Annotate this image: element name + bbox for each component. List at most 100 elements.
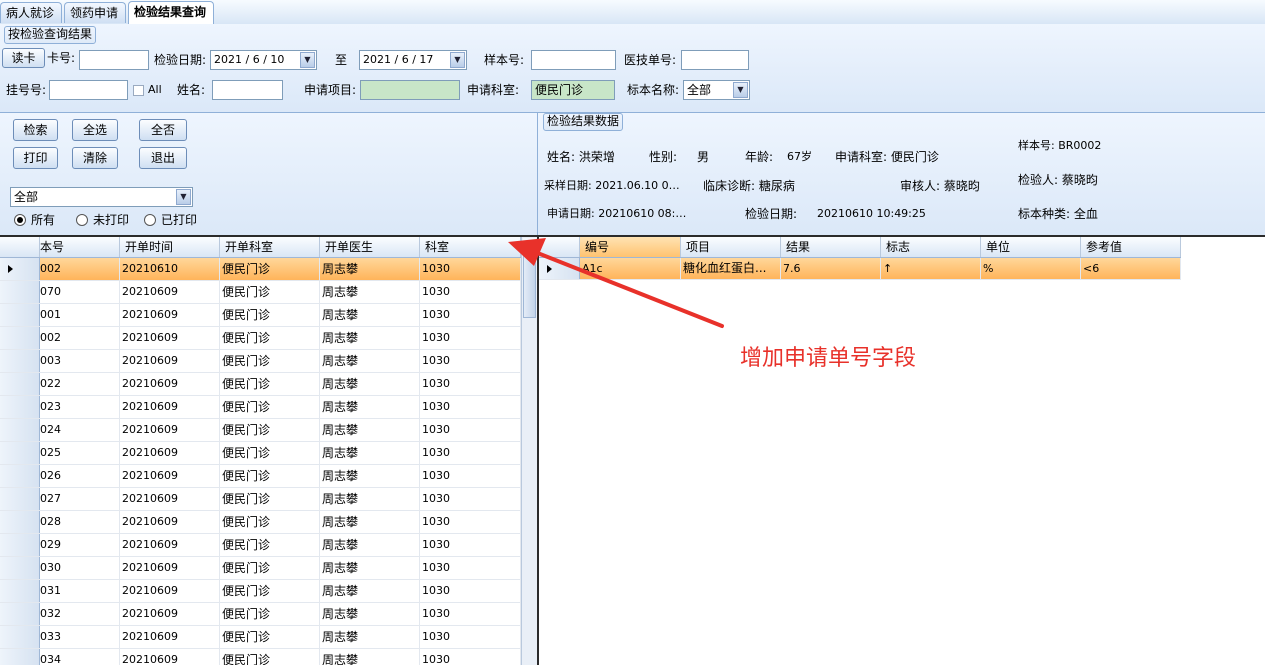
col-header-no[interactable]: 本号 xyxy=(40,237,120,257)
name-input[interactable] xyxy=(212,80,283,100)
tech-no-label: 医技单号: xyxy=(624,53,677,67)
row-header[interactable] xyxy=(0,465,40,487)
table-row[interactable]: 002 20210609 便民门诊 周志攀 1030 xyxy=(0,327,521,350)
filter-select[interactable]: 全部 ▼ xyxy=(10,187,193,207)
select-all-button[interactable]: 全选 xyxy=(72,119,118,141)
table-cell: 便民门诊 xyxy=(220,649,320,665)
col-header-ref-range[interactable]: 参考值 xyxy=(1081,237,1181,257)
table-cell: 便民门诊 xyxy=(220,465,320,487)
row-header[interactable] xyxy=(0,557,40,579)
col-header-open-doctor[interactable]: 开单医生 xyxy=(320,237,420,257)
table-row[interactable]: 030 20210609 便民门诊 周志攀 1030 xyxy=(0,557,521,580)
table-cell: 001 xyxy=(40,304,120,326)
table-cell: 便民门诊 xyxy=(220,511,320,533)
chevron-down-icon[interactable]: ▼ xyxy=(176,189,191,205)
table-cell: 20210609 xyxy=(120,603,220,625)
table-cell: 1030 xyxy=(420,603,521,625)
table-row[interactable]: 023 20210609 便民门诊 周志攀 1030 xyxy=(0,396,521,419)
row-header[interactable] xyxy=(0,534,40,556)
col-header-unit[interactable]: 单位 xyxy=(981,237,1081,257)
table-row[interactable]: 070 20210609 便民门诊 周志攀 1030 xyxy=(0,281,521,304)
table-row[interactable]: 029 20210609 便民门诊 周志攀 1030 xyxy=(0,534,521,557)
row-header[interactable] xyxy=(0,488,40,510)
date-from-value: 2021 / 6 / 10 xyxy=(214,53,285,66)
date-from-picker[interactable]: 2021 / 6 / 10 ▼ xyxy=(210,50,317,70)
col-header-open-dept[interactable]: 开单科室 xyxy=(220,237,320,257)
table-cell: 周志攀 xyxy=(320,281,420,303)
chevron-down-icon[interactable]: ▼ xyxy=(733,82,748,98)
row-header[interactable] xyxy=(0,649,40,665)
chevron-down-icon[interactable]: ▼ xyxy=(450,52,465,68)
row-header[interactable] xyxy=(0,511,40,533)
row-header[interactable] xyxy=(0,327,40,349)
all-checkbox[interactable] xyxy=(133,85,144,96)
radio-all[interactable] xyxy=(14,214,26,226)
table-cell: 032 xyxy=(40,603,120,625)
table-row[interactable]: 024 20210609 便民门诊 周志攀 1030 xyxy=(0,419,521,442)
table-cell: 7.6 xyxy=(781,258,881,279)
table-cell: 便民门诊 xyxy=(220,258,320,280)
read-card-button[interactable]: 读卡 xyxy=(2,48,45,68)
table-row[interactable]: 003 20210609 便民门诊 周志攀 1030 xyxy=(0,350,521,373)
col-header-flag[interactable]: 标志 xyxy=(881,237,981,257)
table-row[interactable]: 028 20210609 便民门诊 周志攀 1030 xyxy=(0,511,521,534)
row-header[interactable] xyxy=(0,304,40,326)
specimen-name-select[interactable]: 全部 ▼ xyxy=(683,80,750,100)
table-cell: 周志攀 xyxy=(320,626,420,648)
row-header[interactable] xyxy=(0,580,40,602)
table-cell: 1030 xyxy=(420,488,521,510)
table-row[interactable]: 001 20210609 便民门诊 周志攀 1030 xyxy=(0,304,521,327)
tab-lab-result-query[interactable]: 检验结果查询 xyxy=(128,1,214,24)
table-row[interactable]: 002 20210610 便民门诊 周志攀 1030 xyxy=(0,258,521,281)
radio-printed[interactable] xyxy=(144,214,156,226)
row-header[interactable] xyxy=(0,396,40,418)
table-row[interactable]: 032 20210609 便民门诊 周志攀 1030 xyxy=(0,603,521,626)
table-cell: 20210609 xyxy=(120,534,220,556)
table-row[interactable]: 025 20210609 便民门诊 周志攀 1030 xyxy=(0,442,521,465)
search-button[interactable]: 检索 xyxy=(13,119,58,141)
exit-button[interactable]: 退出 xyxy=(139,147,187,169)
col-header-open-time[interactable]: 开单时间 xyxy=(120,237,220,257)
table-row[interactable]: 031 20210609 便民门诊 周志攀 1030 xyxy=(0,580,521,603)
table-cell: 20210609 xyxy=(120,396,220,418)
table-cell: 002 xyxy=(40,258,120,280)
radio-unprinted[interactable] xyxy=(76,214,88,226)
apply-dept-input[interactable]: 便民门诊 xyxy=(531,80,615,100)
tech-no-input[interactable] xyxy=(681,50,749,70)
row-header[interactable] xyxy=(0,603,40,625)
apply-item-input[interactable] xyxy=(360,80,460,100)
select-none-button[interactable]: 全否 xyxy=(139,119,187,141)
table-cell: 003 xyxy=(40,350,120,372)
row-header[interactable] xyxy=(0,258,40,280)
sample-no-input[interactable] xyxy=(531,50,616,70)
table-row[interactable]: 022 20210609 便民门诊 周志攀 1030 xyxy=(0,373,521,396)
row-header[interactable] xyxy=(0,419,40,441)
row-header[interactable] xyxy=(0,281,40,303)
table-cell: 周志攀 xyxy=(320,327,420,349)
print-button[interactable]: 打印 xyxy=(13,147,58,169)
clear-button[interactable]: 清除 xyxy=(72,147,118,169)
row-header[interactable] xyxy=(0,626,40,648)
table-cell: 20210609 xyxy=(120,281,220,303)
table-row[interactable]: 033 20210609 便民门诊 周志攀 1030 xyxy=(0,626,521,649)
test-date-value: 20210610 10:49:25 xyxy=(817,207,926,220)
table-row[interactable]: 026 20210609 便民门诊 周志攀 1030 xyxy=(0,465,521,488)
table-cell: 周志攀 xyxy=(320,419,420,441)
row-header[interactable] xyxy=(0,350,40,372)
tab-drug-request[interactable]: 领药申请 xyxy=(64,2,126,23)
result-group-title: 检验结果数据 xyxy=(543,113,624,131)
table-cell: 029 xyxy=(40,534,120,556)
chevron-down-icon[interactable]: ▼ xyxy=(300,52,315,68)
col-header-result[interactable]: 结果 xyxy=(781,237,881,257)
table-row[interactable]: 027 20210609 便民门诊 周志攀 1030 xyxy=(0,488,521,511)
table-cell: 20210609 xyxy=(120,419,220,441)
tab-patient-visit[interactable]: 病人就诊 xyxy=(0,2,62,23)
date-to-picker[interactable]: 2021 / 6 / 17 ▼ xyxy=(359,50,467,70)
row-header[interactable] xyxy=(0,442,40,464)
result-info-panel: 检验结果数据 姓名: 洪荣增 性别: 男 年龄: 67岁 申请科室: 便民门诊 … xyxy=(538,113,1265,235)
row-header[interactable] xyxy=(0,373,40,395)
card-no-input[interactable] xyxy=(79,50,149,70)
reg-no-input[interactable] xyxy=(49,80,128,100)
table-cell: 周志攀 xyxy=(320,350,420,372)
table-row[interactable]: 034 20210609 便民门诊 周志攀 1030 xyxy=(0,649,521,665)
